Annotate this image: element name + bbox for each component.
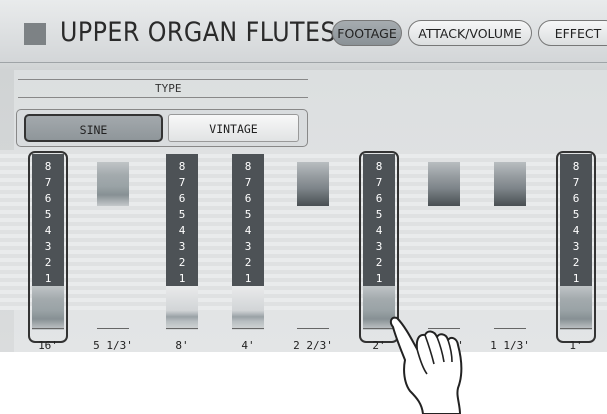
pointing-hand-icon [389, 316, 463, 414]
